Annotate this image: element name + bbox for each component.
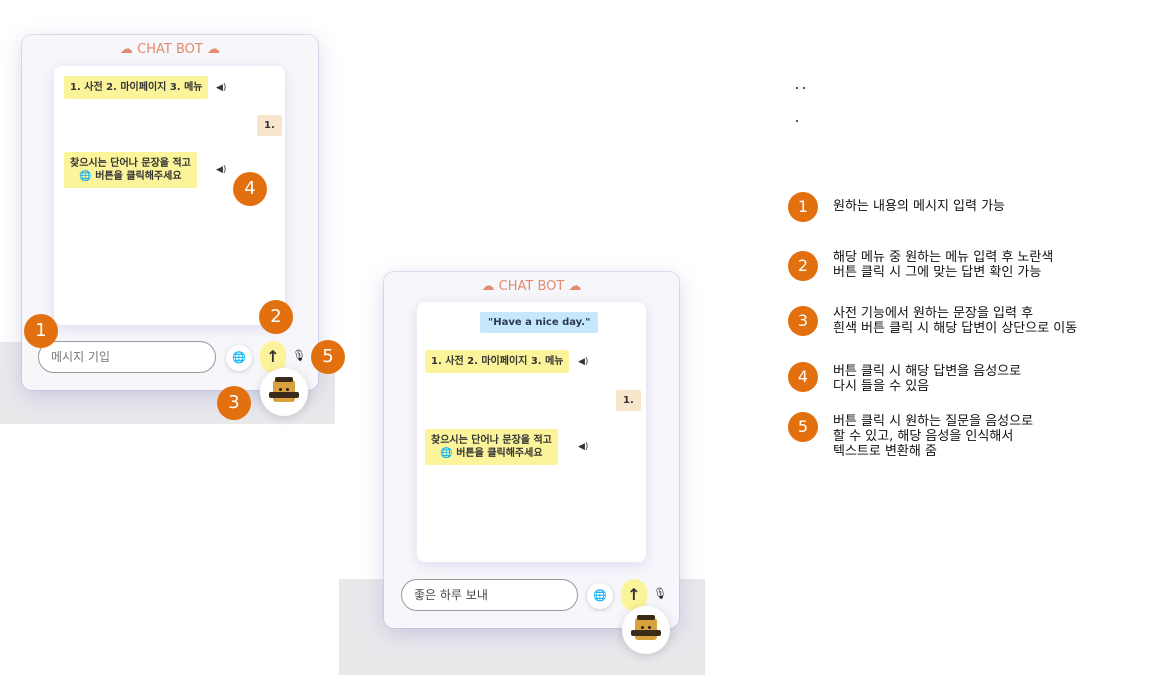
legend-text: 사전 기능에서 원하는 문장을 입력 후 흰색 버튼 클릭 시 해당 답변이 상…	[833, 306, 1078, 336]
speaker-icon[interactable]: ◀)	[578, 442, 588, 452]
bot-prompt-message: 찾으시는 단어나 문장을 적고 🌐 버튼을 클릭해주세요	[64, 152, 197, 188]
callout-badge-3: 3	[217, 386, 251, 420]
globe-button[interactable]: 🌐	[587, 583, 613, 609]
stray-mark	[803, 87, 805, 89]
legend-badge: 1	[788, 192, 818, 222]
chatbot-title: ☁ CHAT BOT ☁	[481, 279, 582, 294]
legend-badge: 4	[788, 362, 818, 392]
prompt-line-2: 🌐 버튼을 클릭해주세요	[440, 448, 543, 459]
callout-badge-1: 1	[24, 314, 58, 348]
legend-text: 원하는 내용의 메시지 입력 가능	[833, 199, 1006, 214]
chatbot-widget: ☁ CHAT BOT ☁ 1. 사전 2. 마이페이지 3. 메뉴 ◀) 1. …	[22, 35, 318, 390]
robot-avatar-icon	[631, 615, 661, 640]
legend-text: 해당 메뉴 중 원하는 메뉴 입력 후 노란색 버튼 클릭 시 그에 맞는 답변…	[833, 250, 1054, 280]
chat-message-area[interactable]: "Have a nice day." 1. 사전 2. 마이페이지 3. 메뉴 …	[417, 302, 646, 562]
prompt-line-1: 찾으시는 단어나 문장을 적고	[431, 435, 552, 446]
legend-badge: 3	[788, 306, 818, 336]
legend-badge: 5	[788, 412, 818, 442]
stray-mark	[796, 120, 798, 122]
mic-icon[interactable]: 🎙	[292, 349, 306, 362]
chatbot-avatar-button[interactable]	[260, 368, 308, 416]
stray-mark	[796, 87, 798, 89]
bot-menu-message: 1. 사전 2. 마이페이지 3. 메뉴	[425, 350, 570, 373]
message-input[interactable]: 좋은 하루 보내	[401, 579, 578, 611]
globe-button[interactable]: 🌐	[226, 345, 252, 371]
callout-badge-2: 2	[259, 300, 293, 334]
prompt-line-1: 찾으시는 단어나 문장을 적고	[70, 158, 191, 169]
translation-result: "Have a nice day."	[480, 312, 599, 333]
chatbot-avatar-button[interactable]	[622, 606, 670, 654]
speaker-icon[interactable]: ◀)	[578, 357, 588, 367]
mic-icon[interactable]: 🎙	[653, 587, 667, 600]
callout-badge-4: 4	[233, 172, 267, 206]
speaker-icon[interactable]: ◀)	[216, 165, 226, 175]
legend-badge: 2	[788, 251, 818, 281]
user-message: 1.	[257, 115, 282, 136]
chatbot-title: ☁ CHAT BOT ☁	[120, 42, 220, 57]
legend-text: 버튼 클릭 시 원하는 질문을 음성으로 할 수 있고, 해당 음성을 인식해서…	[833, 414, 1034, 459]
legend-text: 버튼 클릭 시 해당 답변을 음성으로 다시 들을 수 있음	[833, 364, 1022, 394]
prompt-line-2: 🌐 버튼을 클릭해주세요	[79, 171, 182, 182]
bot-prompt-message: 찾으시는 단어나 문장을 적고 🌐 버튼을 클릭해주세요	[425, 429, 558, 465]
speaker-icon[interactable]: ◀)	[216, 83, 226, 93]
message-input[interactable]	[38, 341, 216, 373]
chatbot-widget-dictionary: ☁ CHAT BOT ☁ "Have a nice day." 1. 사전 2.…	[384, 272, 679, 628]
bot-menu-message: 1. 사전 2. 마이페이지 3. 메뉴	[64, 76, 209, 99]
robot-avatar-icon	[269, 377, 299, 402]
callout-badge-5: 5	[311, 340, 345, 374]
user-message: 1.	[616, 390, 641, 411]
